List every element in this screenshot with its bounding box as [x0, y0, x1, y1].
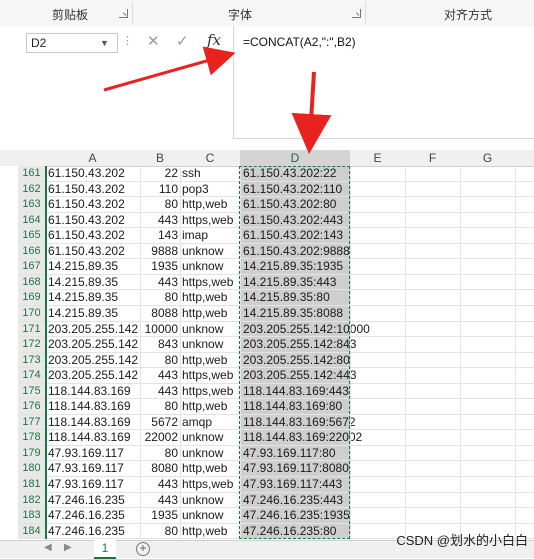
watermark: CSDN @划水的小白白	[396, 533, 528, 548]
arrow-to-formula	[103, 46, 236, 92]
annotation-arrows	[103, 46, 332, 154]
sheet-tab-1[interactable]: 1	[94, 540, 116, 559]
next-sheet-icon[interactable]: ▶	[64, 542, 72, 553]
prev-sheet-icon[interactable]: ◀	[44, 542, 52, 553]
add-sheet-button[interactable]: +	[136, 542, 150, 556]
arrow-to-column-d	[291, 71, 332, 154]
